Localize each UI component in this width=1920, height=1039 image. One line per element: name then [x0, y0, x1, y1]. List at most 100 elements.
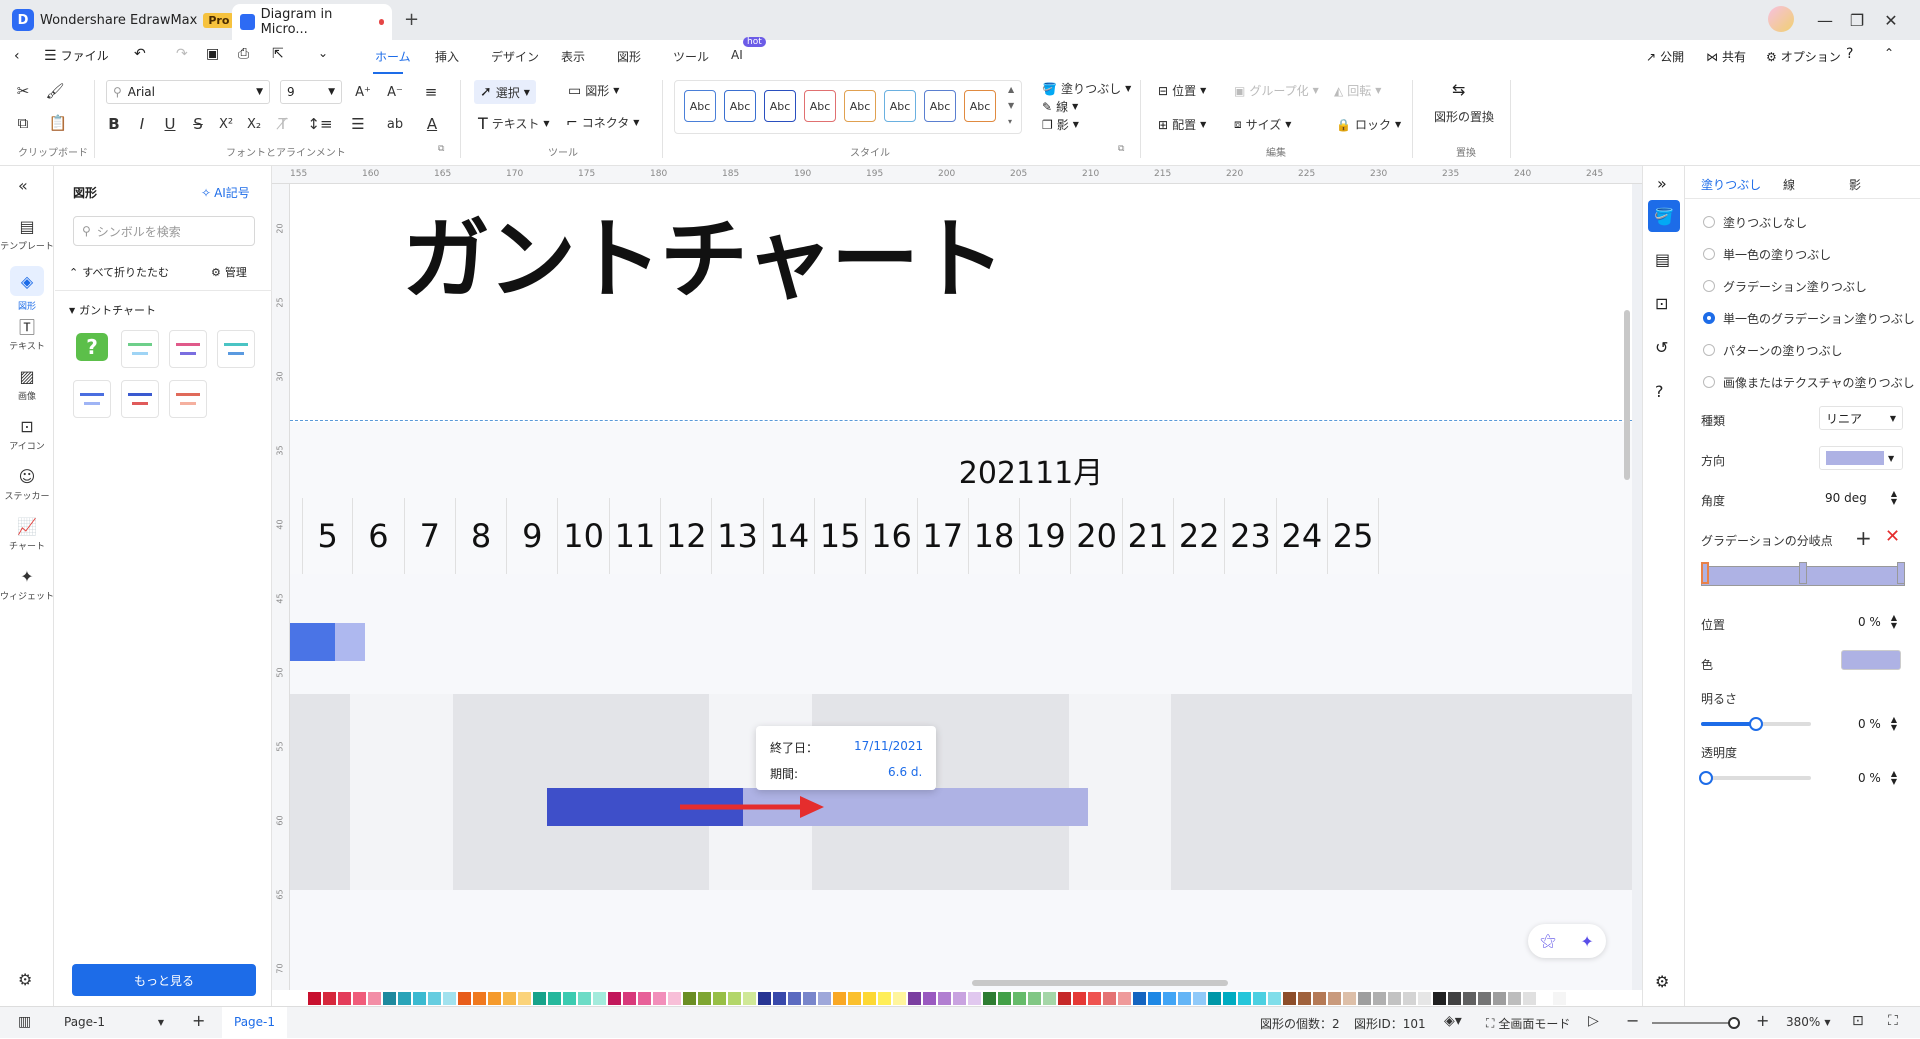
color-swatch[interactable] — [1253, 991, 1266, 1005]
color-swatch[interactable] — [953, 991, 966, 1005]
color-swatch[interactable] — [773, 991, 786, 1005]
color-swatch[interactable] — [1148, 991, 1161, 1005]
gantt-day-cell[interactable]: 16 — [866, 498, 918, 574]
nav-sticker[interactable]: ☺ ステッカー — [0, 466, 54, 503]
style-swatch[interactable]: Abc — [724, 90, 756, 122]
color-swatch[interactable] — [713, 991, 726, 1005]
help-icon[interactable]: ? — [1846, 46, 1853, 62]
play-icon[interactable]: ▷ — [1588, 1013, 1599, 1029]
color-swatch[interactable] — [1523, 991, 1536, 1005]
color-swatch[interactable] — [488, 991, 501, 1005]
color-swatch[interactable] — [1508, 991, 1521, 1005]
angle-input[interactable]: 90 deg ▲ ▼ — [1819, 486, 1903, 510]
gantt-day-cell[interactable]: 24 — [1277, 498, 1328, 574]
layers-icon[interactable]: ◈▾ — [1444, 1013, 1462, 1029]
add-page-icon[interactable]: + — [192, 1011, 205, 1030]
collapse-panel-icon[interactable]: « — [18, 176, 28, 195]
color-swatch[interactable] — [1403, 991, 1416, 1005]
color-swatch[interactable] — [428, 991, 441, 1005]
color-swatch[interactable] — [1328, 991, 1341, 1005]
presentation-icon[interactable]: ⊡ — [1655, 294, 1668, 313]
color-swatch[interactable] — [1448, 991, 1461, 1005]
delete-stop-icon[interactable]: ✕ — [1885, 526, 1900, 547]
nav-template[interactable]: ▤ テンプレート — [0, 216, 54, 253]
bold-icon[interactable]: B — [104, 114, 124, 134]
undo-icon[interactable]: ↶ — [134, 46, 146, 62]
color-swatch[interactable] — [893, 991, 906, 1005]
task-bar-progress[interactable] — [290, 623, 335, 661]
color-swatch[interactable] — [1358, 991, 1371, 1005]
page-panel-icon[interactable]: ▥ — [18, 1014, 31, 1030]
color-swatch[interactable] — [443, 991, 456, 1005]
restore-icon[interactable]: ❐ — [1842, 6, 1872, 34]
gantt-day-cell[interactable]: 6 — [353, 498, 405, 574]
expand-icon[interactable]: ⧉ — [1118, 144, 1124, 154]
direction-select[interactable]: ▼ — [1819, 446, 1903, 470]
gradient-stop-handle[interactable] — [1701, 562, 1709, 584]
color-swatch[interactable] — [1478, 991, 1491, 1005]
color-swatch[interactable] — [698, 991, 711, 1005]
font-color-icon[interactable]: A — [418, 114, 446, 134]
sparkle-icon[interactable]: ✦ — [1580, 932, 1593, 951]
color-swatch[interactable] — [1013, 991, 1026, 1005]
decrease-font-icon[interactable]: A⁻ — [384, 82, 406, 102]
color-swatch[interactable] — [1298, 991, 1311, 1005]
gantt-day-cell[interactable]: 10 — [559, 498, 610, 574]
fill-button[interactable]: 🪣 塗りつぶし ▼ — [1042, 80, 1131, 97]
close-icon[interactable]: ✕ — [1876, 6, 1906, 34]
rotate-button[interactable]: ◭ 回転 ▼ — [1334, 82, 1381, 99]
color-swatch[interactable] — [923, 991, 936, 1005]
gradient-stop-handle[interactable] — [1799, 562, 1807, 584]
bullets-icon[interactable]: ☰ — [344, 114, 372, 134]
shape-thumb-help[interactable]: ? — [73, 330, 111, 368]
gantt-day-cell[interactable]: 11 — [610, 498, 662, 574]
page-tab[interactable]: Page-1 — [222, 1007, 288, 1039]
color-swatch[interactable] — [668, 991, 681, 1005]
color-swatch[interactable] — [368, 991, 381, 1005]
export-icon[interactable]: ⇱ — [272, 46, 284, 62]
color-swatch[interactable] — [1043, 991, 1056, 1005]
color-swatch[interactable] — [1238, 991, 1251, 1005]
italic-icon[interactable]: I — [132, 114, 152, 134]
app-tab[interactable]: D Wondershare EdrawMax Pro — [12, 7, 235, 33]
stepper-icon[interactable]: ▲ ▼ — [1891, 716, 1897, 732]
color-swatch[interactable] — [578, 991, 591, 1005]
fit-page-icon[interactable]: ⊡ — [1852, 1013, 1864, 1029]
position-input[interactable]: 0 % ▲ ▼ — [1819, 610, 1903, 634]
radio-solid-fill[interactable] — [1703, 248, 1715, 260]
gantt-day-cell[interactable]: 21 — [1123, 498, 1175, 574]
gantt-day-cell[interactable]: 15 — [815, 498, 867, 574]
nav-icon[interactable]: ⊡ アイコン — [0, 416, 54, 453]
symbol-search-input[interactable]: ⚲ シンボルを検索 — [73, 216, 255, 246]
gantt-day-cell[interactable]: 18 — [969, 498, 1021, 574]
gantt-row[interactable] — [290, 574, 1632, 694]
expand-icon[interactable]: ⧉ — [438, 144, 444, 154]
color-swatch[interactable] — [1433, 991, 1446, 1005]
tab-line[interactable]: 線 — [1783, 176, 1795, 193]
transparency-track[interactable] — [1701, 776, 1811, 780]
color-swatch[interactable] — [1343, 991, 1356, 1005]
radio-no-fill[interactable] — [1703, 216, 1715, 228]
nav-text[interactable]: 🅃 テキスト — [0, 316, 54, 352]
replace-shape-button[interactable]: 図形の置換 — [1434, 108, 1494, 125]
color-swatch[interactable] — [1538, 991, 1551, 1005]
color-swatch[interactable] — [1268, 991, 1281, 1005]
color-swatch[interactable] — [818, 991, 831, 1005]
color-swatch[interactable] — [338, 991, 351, 1005]
nav-chart[interactable]: 📈 チャート — [0, 516, 54, 553]
text-tool-button[interactable]: T テキスト ▼ — [478, 114, 550, 133]
color-swatch[interactable] — [1073, 991, 1086, 1005]
color-swatch[interactable] — [638, 991, 651, 1005]
replace-shape-icon[interactable]: ⇆ — [1452, 80, 1465, 99]
stepper-icon[interactable]: ▲ ▼ — [1891, 490, 1897, 506]
diagram-page[interactable]: ガントチャート 202111月 5 6 7 8 9 10 11 12 13 14 15 16 17 18 1… — [290, 184, 1632, 1006]
subscript-icon[interactable]: X₂ — [244, 114, 264, 134]
radio-pattern-fill[interactable] — [1703, 344, 1715, 356]
page-properties-icon[interactable]: ▤ — [1655, 250, 1670, 269]
fit-width-icon[interactable]: ⛶ — [1888, 1013, 1898, 1029]
save-icon[interactable]: ▣ — [206, 46, 219, 62]
color-swatch[interactable] — [683, 991, 696, 1005]
nav-image[interactable]: ▨ 画像 — [0, 366, 54, 403]
shape-thumb-gantt-3[interactable] — [217, 330, 255, 368]
avatar[interactable] — [1768, 6, 1794, 32]
